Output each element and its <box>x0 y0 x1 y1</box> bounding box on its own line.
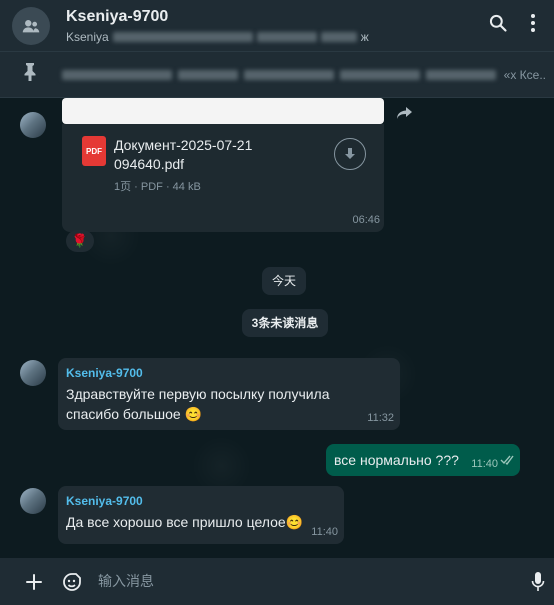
document-preview-thumbnail[interactable] <box>62 98 384 124</box>
date-divider: 今天 <box>262 267 306 295</box>
redacted-text <box>62 69 172 80</box>
message-input-container <box>98 572 526 591</box>
search-icon[interactable] <box>488 13 508 38</box>
subtitle-prefix: Kseniya <box>66 29 109 44</box>
contact-name: Kseniya-9700 <box>66 7 169 25</box>
redacted-text <box>178 69 238 80</box>
chat-header: Kseniya-9700 Kseniya ж <box>0 0 554 52</box>
document-meta: 1页 · PDF · 44 kB <box>114 181 201 193</box>
message-time: 11:40 <box>311 526 338 538</box>
sticker-icon[interactable] <box>60 570 84 594</box>
subtitle-suffix: ж <box>360 29 369 44</box>
redacted-text <box>320 31 357 42</box>
redacted-text <box>244 69 334 80</box>
message-composer <box>0 558 554 605</box>
avatar[interactable] <box>20 360 46 386</box>
microphone-icon[interactable] <box>526 570 550 594</box>
download-icon[interactable] <box>334 138 366 170</box>
pdf-icon: PDF <box>82 136 106 166</box>
outgoing-message[interactable]: все нормально ??? 11:40 <box>326 444 520 476</box>
redacted-text <box>256 31 317 42</box>
double-check-icon <box>500 452 516 470</box>
more-vertical-icon[interactable] <box>530 13 536 38</box>
reaction-badge[interactable]: 🌹 <box>66 230 94 252</box>
sender-name[interactable]: Kseniya-9700 <box>66 494 143 508</box>
avatar[interactable] <box>20 112 46 138</box>
contact-subtitle: Kseniya ж <box>66 30 488 44</box>
pinned-message-bar[interactable]: «х Ксе.. <box>0 52 554 98</box>
message-time: 06:46 <box>352 214 380 226</box>
pin-icon <box>22 62 40 87</box>
redacted-text <box>340 69 420 80</box>
message-input[interactable] <box>98 572 526 589</box>
unread-divider: 3条未读消息 <box>242 309 328 337</box>
message-text: все нормально ??? <box>334 452 459 468</box>
incoming-message[interactable]: Kseniya-9700 Здравствуйте первую посылку… <box>58 358 400 430</box>
header-actions <box>488 13 536 38</box>
message-time: 11:32 <box>367 412 394 424</box>
redacted-text <box>426 69 496 80</box>
document-message[interactable]: PDF Документ-2025-07-21 094640.pdf 1页 · … <box>62 124 384 232</box>
plus-icon[interactable] <box>22 570 46 594</box>
redacted-text <box>112 31 253 42</box>
sender-name[interactable]: Kseniya-9700 <box>66 366 143 380</box>
chat-header-info[interactable]: Kseniya-9700 Kseniya ж <box>66 8 488 44</box>
document-filename: Документ-2025-07-21 094640.pdf <box>114 137 253 172</box>
pinned-text-tail: «х Ксе.. <box>503 67 546 82</box>
group-avatar-icon[interactable] <box>12 6 50 45</box>
message-text: Да все хорошо все пришло целое😊 <box>66 514 304 530</box>
message-text: Здравствуйте первую посылку получила спа… <box>66 386 330 422</box>
pinned-message-preview <box>62 69 504 80</box>
message-list[interactable]: PDF Документ-2025-07-21 094640.pdf 1页 · … <box>0 98 554 558</box>
avatar[interactable] <box>20 488 46 514</box>
forward-icon[interactable] <box>392 102 418 124</box>
incoming-message[interactable]: Kseniya-9700 Да все хорошо все пришло це… <box>58 486 344 544</box>
message-time: 11:40 <box>471 458 498 470</box>
